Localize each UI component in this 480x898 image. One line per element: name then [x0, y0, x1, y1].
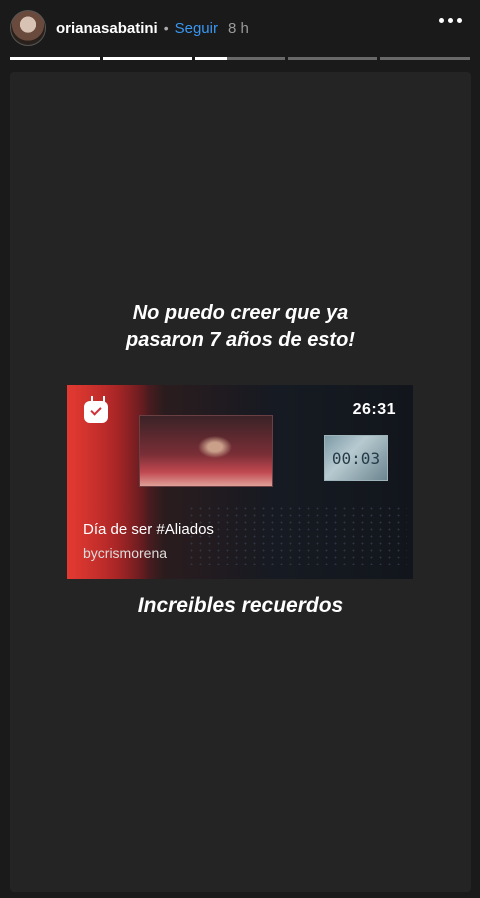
progress-segment — [10, 57, 100, 60]
time-ago: 8 h — [227, 19, 249, 37]
username[interactable]: orianasabatini — [56, 20, 158, 37]
story-content[interactable]: No puedo creer que ya pasaron 7 años de … — [10, 72, 471, 892]
progress-segment — [287, 57, 378, 60]
progress-segment-fill — [102, 57, 193, 60]
progress-segment-fill — [195, 57, 227, 60]
igtv-icon — [84, 401, 108, 423]
progress-segment-fill — [10, 57, 100, 60]
story-progress-bar — [10, 57, 470, 60]
video-duration: 26:31 — [352, 401, 396, 418]
more-horizontal-icon[interactable] — [439, 18, 462, 23]
video-timer-text: 00:03 — [331, 448, 381, 468]
video-author[interactable]: bycrismorena — [83, 545, 167, 561]
video-audience — [187, 505, 407, 565]
story-header: orianasabatini • Seguir 8 h — [0, 0, 480, 56]
caption-bottom: Increibles recuerdos — [137, 594, 344, 617]
video-title: Día de ser #Aliados — [83, 521, 214, 538]
separator-dot: • — [163, 20, 169, 36]
igtv-video-card[interactable]: 00:03 26:31 Día de ser #Aliados bycrismo… — [67, 385, 413, 579]
progress-segment — [102, 57, 193, 60]
video-stage-screen — [139, 415, 273, 487]
progress-segment — [195, 57, 285, 60]
video-timer-screen: 00:03 — [324, 435, 388, 481]
progress-segment — [380, 57, 470, 60]
avatar[interactable] — [10, 10, 46, 46]
follow-button[interactable]: Seguir — [175, 20, 218, 37]
caption-top: No puedo creer que ya pasaron 7 años de … — [126, 302, 355, 351]
